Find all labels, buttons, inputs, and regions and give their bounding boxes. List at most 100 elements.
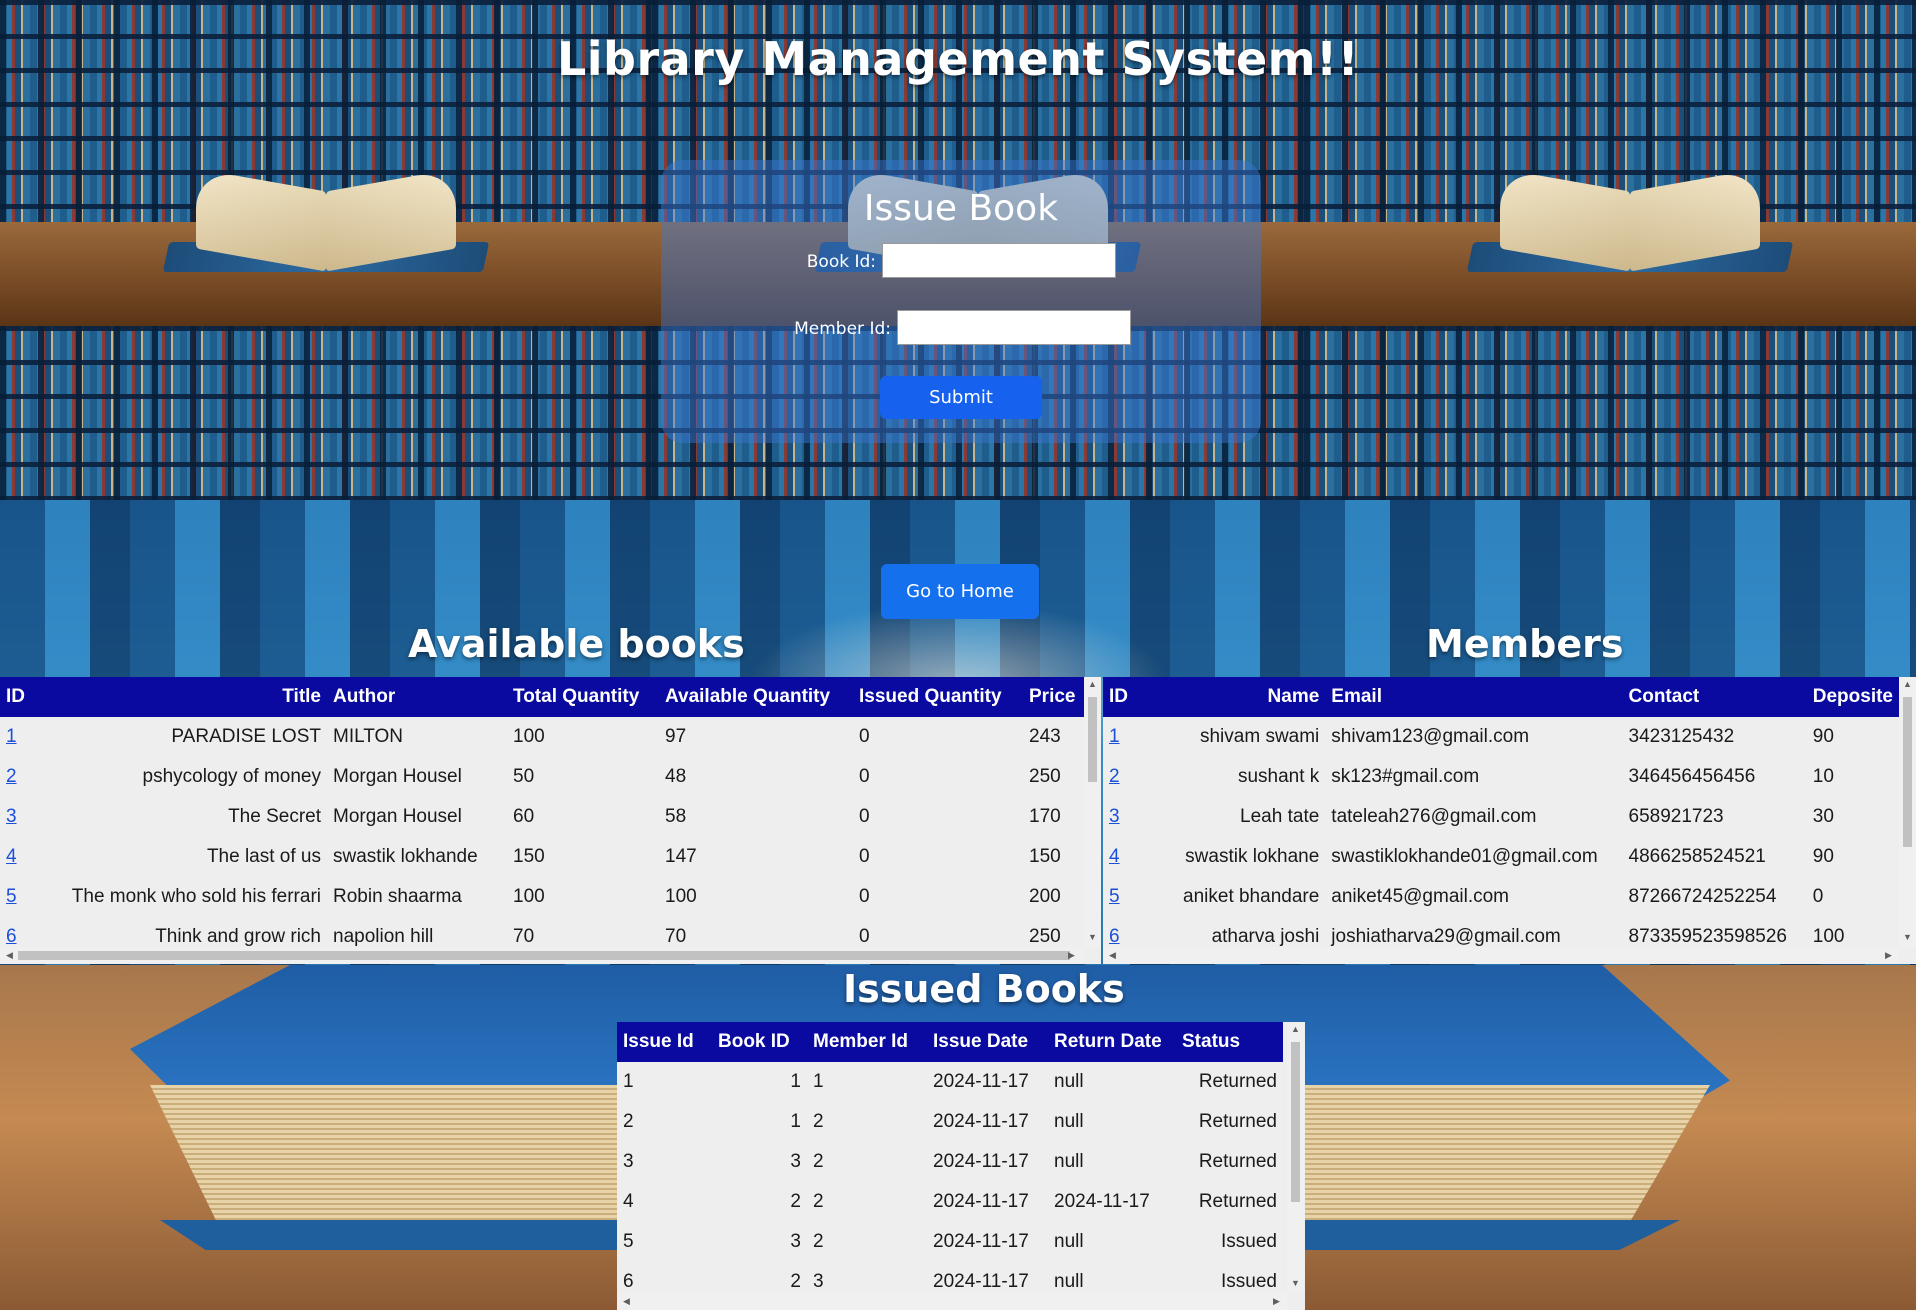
column-header[interactable]: Issued Quantity	[853, 677, 1023, 717]
table-cell: 1	[790, 1111, 801, 1132]
member-id-link[interactable]: 5	[1109, 886, 1120, 907]
scroll-up-icon[interactable]: ▲	[1291, 1025, 1300, 1034]
table-cell: 0	[859, 886, 870, 907]
book-id-cell[interactable]: 5	[0, 877, 40, 917]
book-id-link[interactable]: 6	[6, 926, 17, 947]
member-id-link[interactable]: 6	[1109, 926, 1120, 947]
book-id-cell[interactable]: 2	[0, 757, 40, 797]
table-cell: 150	[513, 846, 545, 867]
column-header[interactable]: Return Date	[1048, 1022, 1176, 1062]
scroll-thumb[interactable]	[1903, 697, 1912, 847]
table-cell: aniket45@gmail.com	[1331, 886, 1509, 907]
scroll-up-icon[interactable]: ▲	[1088, 680, 1097, 689]
scroll-down-icon[interactable]: ▼	[1291, 1279, 1300, 1288]
table-cell: Morgan Housel	[333, 766, 462, 787]
table-row: 4 swastik lokhane swastiklokhande01@gmai…	[1103, 837, 1899, 877]
member-id-link[interactable]: 2	[1109, 766, 1120, 787]
status-cell: Issued	[1221, 1231, 1277, 1252]
member-id-link[interactable]: 1	[1109, 726, 1120, 747]
issued-header-row: Issue Id Book ID Member Id Issue Date Re…	[617, 1022, 1283, 1062]
books-header-row: ID Title Author Total Quantity Available…	[0, 677, 1100, 717]
scroll-thumb[interactable]	[18, 951, 1070, 960]
members-header-row: ID Name Email Contact Deposite	[1103, 677, 1899, 717]
book-id-cell[interactable]: 1	[0, 717, 40, 757]
column-header[interactable]: Author	[327, 677, 507, 717]
table-cell: swastiklokhande01@gmail.com	[1331, 846, 1598, 867]
book-id-link[interactable]: 4	[6, 846, 17, 867]
column-header[interactable]: Title	[40, 677, 327, 717]
scroll-down-icon[interactable]: ▼	[1903, 933, 1912, 942]
horizontal-scrollbar[interactable]: ◀ ▶	[617, 1293, 1287, 1310]
members-table: ID Name Email Contact Deposite 1 shivam …	[1103, 677, 1899, 957]
book-id-link[interactable]: 5	[6, 886, 17, 907]
table-cell: 87266724252254	[1628, 886, 1777, 907]
member-id-link[interactable]: 4	[1109, 846, 1120, 867]
book-id-cell[interactable]: 4	[0, 837, 40, 877]
table-row: 4 The last of us swastik lokhande 150 14…	[0, 837, 1100, 877]
table-cell: The monk who sold his ferrari	[71, 886, 321, 907]
table-cell: 1	[623, 1071, 634, 1092]
table-cell: null	[1054, 1231, 1084, 1252]
vertical-scrollbar[interactable]: ▲ ▼	[1084, 677, 1101, 947]
column-header[interactable]: Name	[1141, 677, 1326, 717]
books-table-container[interactable]: ID Title Author Total Quantity Available…	[0, 677, 1101, 964]
book-id-link[interactable]: 2	[6, 766, 17, 787]
scroll-down-icon[interactable]: ▼	[1088, 933, 1097, 942]
book-id-cell[interactable]: 3	[0, 797, 40, 837]
table-cell: 3	[623, 1151, 634, 1172]
member-id-cell[interactable]: 4	[1103, 837, 1141, 877]
table-cell: 658921723	[1628, 806, 1724, 827]
column-header[interactable]: ID	[0, 677, 40, 717]
scroll-left-icon[interactable]: ◀	[1109, 951, 1116, 960]
column-header[interactable]: Email	[1325, 677, 1623, 717]
book-id-link[interactable]: 1	[6, 726, 17, 747]
column-header[interactable]: Book ID	[712, 1022, 807, 1062]
table-row: 2 sushant k sk123#gmail.com 346456456456…	[1103, 757, 1899, 797]
table-cell: 0	[859, 806, 870, 827]
table-cell: The Secret	[228, 806, 321, 827]
scroll-right-icon[interactable]: ▶	[1885, 951, 1892, 960]
scroll-right-icon[interactable]: ▶	[1273, 1297, 1280, 1306]
table-cell: 60	[513, 806, 535, 827]
book-id-input[interactable]	[882, 243, 1116, 278]
issued-table-container[interactable]: Issue Id Book ID Member Id Issue Date Re…	[617, 1022, 1305, 1310]
scroll-thumb[interactable]	[1088, 697, 1097, 782]
scroll-left-icon[interactable]: ◀	[6, 951, 13, 960]
column-header[interactable]: Contact	[1622, 677, 1807, 717]
table-row: 5 aniket bhandare aniket45@gmail.com 872…	[1103, 877, 1899, 917]
member-id-input[interactable]	[897, 310, 1131, 345]
scroll-thumb[interactable]	[1291, 1042, 1300, 1202]
horizontal-scrollbar[interactable]: ◀ ▶	[1103, 947, 1899, 964]
table-cell: PARADISE LOST	[171, 726, 321, 747]
member-id-cell[interactable]: 5	[1103, 877, 1141, 917]
scroll-right-icon[interactable]: ▶	[1068, 951, 1075, 960]
column-header[interactable]: Issue Id	[617, 1022, 712, 1062]
members-table-container[interactable]: ID Name Email Contact Deposite 1 shivam …	[1103, 677, 1916, 964]
go-home-button[interactable]: Go to Home	[881, 564, 1039, 619]
table-row: 2 1 2 2024-11-17 null Returned	[617, 1102, 1283, 1142]
table-cell: 2	[790, 1191, 801, 1212]
member-id-cell[interactable]: 3	[1103, 797, 1141, 837]
table-cell: 0	[859, 846, 870, 867]
horizontal-scrollbar[interactable]: ◀ ▶	[0, 947, 1084, 964]
column-header[interactable]: Member Id	[807, 1022, 927, 1062]
table-cell: 4	[623, 1191, 634, 1212]
table-row: 3 The Secret Morgan Housel 60 58 0 170	[0, 797, 1100, 837]
column-header[interactable]: Total Quantity	[507, 677, 659, 717]
vertical-scrollbar[interactable]: ▲ ▼	[1899, 677, 1916, 947]
vertical-scrollbar[interactable]: ▲ ▼	[1287, 1022, 1304, 1293]
book-id-link[interactable]: 3	[6, 806, 17, 827]
scroll-left-icon[interactable]: ◀	[623, 1297, 630, 1306]
submit-button[interactable]: Submit	[880, 376, 1042, 419]
scroll-up-icon[interactable]: ▲	[1903, 680, 1912, 689]
column-header[interactable]: Deposite	[1806, 677, 1899, 717]
column-header[interactable]: ID	[1103, 677, 1142, 717]
column-header[interactable]: Issue Date	[927, 1022, 1048, 1062]
member-id-cell[interactable]: 2	[1103, 757, 1141, 797]
member-id-cell[interactable]: 1	[1103, 717, 1141, 757]
column-header[interactable]: Available Quantity	[659, 677, 853, 717]
column-header[interactable]: Status	[1176, 1022, 1283, 1062]
member-id-link[interactable]: 3	[1109, 806, 1120, 827]
table-row: 1 1 1 2024-11-17 null Returned	[617, 1062, 1283, 1102]
table-cell: shivam123@gmail.com	[1331, 726, 1530, 747]
